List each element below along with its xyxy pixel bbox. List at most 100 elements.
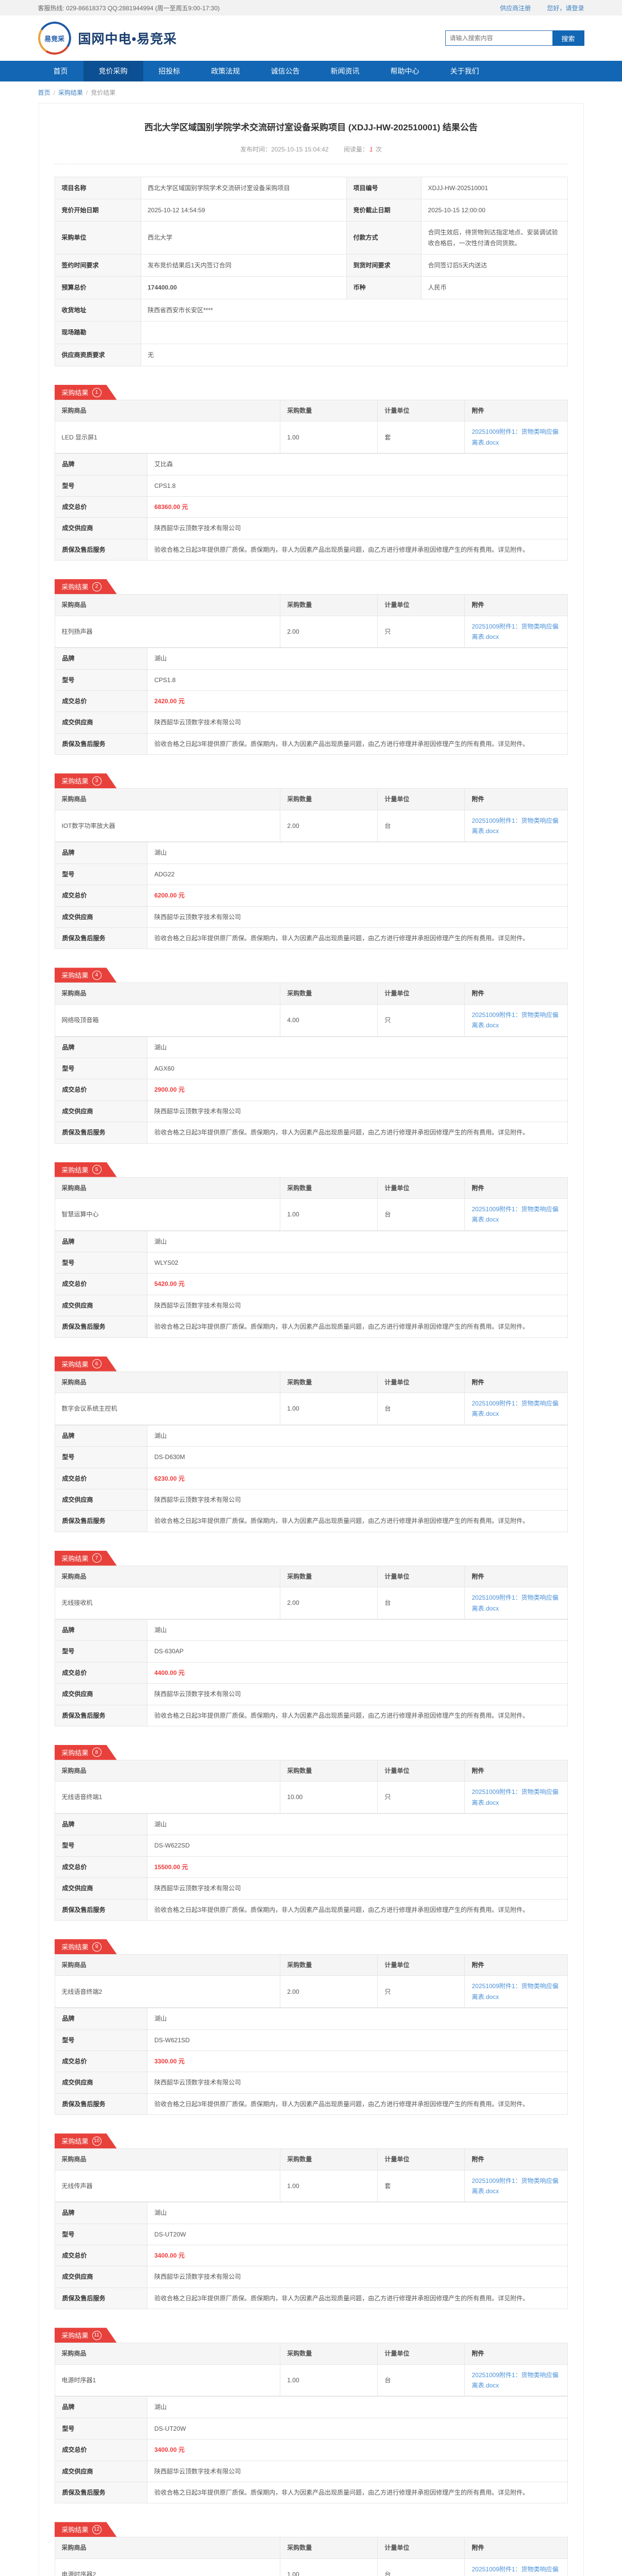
col-product: 采购商品: [55, 1177, 280, 1198]
table-row: 智慧运算中心 1.00 台 20251009附件1：货物类响应偏离表.docx: [55, 1198, 567, 1230]
table-row: 品牌 湖山: [55, 648, 567, 669]
search-bar: 搜索: [445, 30, 584, 46]
attachment-link[interactable]: 20251009附件1：货物类响应偏离表.docx: [472, 2176, 560, 2197]
breadcrumb-item: 竞价结果: [91, 89, 115, 96]
nav-item[interactable]: 新闻资讯: [315, 61, 375, 81]
price-label: 成交总价: [55, 2050, 147, 2072]
result-badge-number: 7: [92, 1553, 102, 1563]
product-name: IOT数字功率放大器: [55, 810, 280, 842]
col-unit: 计量单位: [378, 595, 465, 616]
login-link[interactable]: 您好，请登录: [547, 5, 584, 12]
supplier-register-link[interactable]: 供应商注册: [500, 5, 531, 12]
nav-item[interactable]: 帮助中心: [375, 61, 435, 81]
attachment-link[interactable]: 20251009附件1：货物类响应偏离表.docx: [472, 1787, 560, 1808]
sign-time-label: 签约时间要求: [55, 255, 141, 277]
brand-value: 湖山: [147, 842, 567, 863]
result-badge: 采购结果 1: [55, 385, 117, 400]
table-row: 质保及售后服务 验收合格之日起3年提供原厂质保。质保期内，非人为因素产品出现质量…: [55, 1511, 567, 1532]
model-label: 型号: [55, 1058, 147, 1079]
table-row: LED 显示屏1 1.00 套 20251009附件1：货物类响应偏离表.doc…: [55, 421, 567, 453]
warranty-value: 验收合格之日起3年提供原厂质保。质保期内，非人为因素产品出现质量问题，由乙方进行…: [147, 2093, 567, 2114]
product-unit: 只: [378, 1004, 465, 1036]
product-qty: 10.00: [280, 1782, 378, 1814]
result-detail-table: 品牌 湖山 型号 CPS1.8 成交总价 2420.00 元 成交供应商 陕西韶…: [55, 648, 568, 755]
table-row: 型号 DS-630AP: [55, 1641, 567, 1662]
nav-item[interactable]: 招投标: [143, 61, 196, 81]
price-label: 成交总价: [55, 1856, 147, 1877]
goods-table: 采购商品 采购数量 计量单位 附件 LED 显示屏1 1.00 套 202510…: [55, 400, 568, 453]
breadcrumb-item[interactable]: 采购结果: [58, 89, 83, 96]
model-value: DS-D630M: [147, 1447, 567, 1468]
table-row: 成交总价 6230.00 元: [55, 1468, 567, 1489]
supplier-label: 成交供应商: [55, 1684, 147, 1705]
table-header-row: 采购商品 采购数量 计量单位 附件: [55, 789, 567, 810]
table-row: 成交供应商 陕西韶华云顶数字技术有限公司: [55, 906, 567, 927]
price-label: 成交总价: [55, 1079, 147, 1100]
nav-item[interactable]: 政策法规: [196, 61, 256, 81]
breadcrumb-separator: /: [54, 89, 55, 96]
result-badge-label: 采购结果: [62, 776, 89, 786]
table-row: 成交供应商 陕西韶华云顶数字技术有限公司: [55, 2461, 567, 2482]
result-item-block: 采购结果 1 采购商品 采购数量 计量单位 附件 LED 显示屏1 1.00 套…: [55, 385, 568, 561]
product-qty: 1.00: [280, 2558, 378, 2576]
price-value: 2420.00: [155, 698, 177, 705]
search-input[interactable]: [445, 30, 552, 46]
attachment-link[interactable]: 20251009附件1：货物类响应偏离表.docx: [472, 816, 560, 837]
product-name: 智慧运算中心: [55, 1198, 280, 1230]
col-product: 采购商品: [55, 2343, 280, 2364]
result-items: 采购结果 1 采购商品 采购数量 计量单位 附件 LED 显示屏1 1.00 套…: [55, 385, 568, 2576]
nav-item[interactable]: 首页: [38, 61, 83, 81]
table-row: 柱列扬声器 2.00 只 20251009附件1：货物类响应偏离表.docx: [55, 616, 567, 648]
result-badge-number: 5: [92, 1165, 102, 1174]
attachment-link[interactable]: 20251009附件1：货物类响应偏离表.docx: [472, 2564, 560, 2576]
table-row: 签约时间要求 发布竞价结果后1天内签订合同 到货时间要求 合同签订后5天内送达: [55, 255, 567, 277]
attachment-link[interactable]: 20251009附件1：货物类响应偏离表.docx: [472, 1592, 560, 1614]
attachment-link[interactable]: 20251009附件1：货物类响应偏离表.docx: [472, 2370, 560, 2391]
attachment-link[interactable]: 20251009附件1：货物类响应偏离表.docx: [472, 1204, 560, 1225]
result-badge: 采购结果 12: [55, 2522, 117, 2537]
table-row: 成交供应商 陕西韶华云顶数字技术有限公司: [55, 1489, 567, 1510]
warranty-label: 质保及售后服务: [55, 2093, 147, 2114]
table-header-row: 采购商品 采购数量 计量单位 附件: [55, 2149, 567, 2170]
search-button[interactable]: 搜索: [552, 30, 584, 46]
top-bar: 客服热线: 029-86618373 QQ:2881944994 (周一至周五9…: [0, 0, 622, 15]
attachment-link[interactable]: 20251009附件1：货物类响应偏离表.docx: [472, 1981, 560, 2002]
col-unit: 计量单位: [378, 1566, 465, 1587]
project-info-table: 项目名称 西北大学区域国别学院学术交流研讨室设备采购项目 项目编号 XDJJ-H…: [55, 177, 568, 367]
table-row: 质保及售后服务 验收合格之日起3年提供原厂质保。质保期内，非人为因素产品出现质量…: [55, 539, 567, 560]
nav-item[interactable]: 竞价采购: [83, 61, 143, 81]
table-header-row: 采购商品 采购数量 计量单位 附件: [55, 1566, 567, 1587]
result-badge-number: 1: [92, 388, 102, 397]
table-row: 成交总价 15500.00 元: [55, 1856, 567, 1877]
attachment-link[interactable]: 20251009附件1：货物类响应偏离表.docx: [472, 427, 560, 448]
col-attachment: 附件: [465, 1760, 567, 1781]
result-item-block: 采购结果 9 采购商品 采购数量 计量单位 附件 无线语音终端2 2.00 只 …: [55, 1939, 568, 2115]
table-row: 成交总价 2900.00 元: [55, 1079, 567, 1100]
price-label: 成交总价: [55, 1468, 147, 1489]
supplier-label: 成交供应商: [55, 518, 147, 539]
attachment-link[interactable]: 20251009附件1：货物类响应偏离表.docx: [472, 621, 560, 642]
attachment-link[interactable]: 20251009附件1：货物类响应偏离表.docx: [472, 1398, 560, 1419]
read-count-label: 阅读量：: [344, 146, 368, 153]
attachment-link[interactable]: 20251009附件1：货物类响应偏离表.docx: [472, 1010, 560, 1031]
product-qty: 1.00: [280, 1393, 378, 1425]
model-value: WLYS02: [147, 1252, 567, 1274]
result-detail-table: 品牌 湖山 型号 WLYS02 成交总价 5420.00 元 成交供应商 陕西韶…: [55, 1231, 568, 1338]
warranty-value: 验收合格之日起3年提供原厂质保。质保期内，非人为因素产品出现质量问题，由乙方进行…: [147, 539, 567, 560]
qualification-label: 供应商资质要求: [55, 344, 141, 366]
nav-item[interactable]: 诚信公告: [256, 61, 315, 81]
col-attachment: 附件: [465, 2343, 567, 2364]
product-unit: 套: [378, 421, 465, 453]
result-badge-number: 11: [92, 2331, 102, 2340]
result-detail-table: 品牌 湖山 型号 ADG22 成交总价 6200.00 元 成交供应商 陕西韶华…: [55, 842, 568, 949]
brand-value: 湖山: [147, 1814, 567, 1835]
breadcrumb: 首页/采购结果/竞价结果: [38, 82, 584, 102]
table-row: 数字会议系统主控机 1.00 台 20251009附件1：货物类响应偏离表.do…: [55, 1393, 567, 1425]
supplier-value: 陕西韶华云顶数字技术有限公司: [147, 2072, 567, 2093]
table-header-row: 采购商品 采购数量 计量单位 附件: [55, 1955, 567, 1976]
breadcrumb-item[interactable]: 首页: [38, 89, 51, 96]
nav-item[interactable]: 关于我们: [435, 61, 495, 81]
result-item-block: 采购结果 4 采购商品 采购数量 计量单位 附件 网络吸顶音箱 4.00 只 2…: [55, 968, 568, 1143]
result-detail-table: 品牌 湖山 型号 DS-W622SD 成交总价 15500.00 元 成交供应商…: [55, 1814, 568, 1921]
buyer-label: 采购单位: [55, 222, 141, 255]
